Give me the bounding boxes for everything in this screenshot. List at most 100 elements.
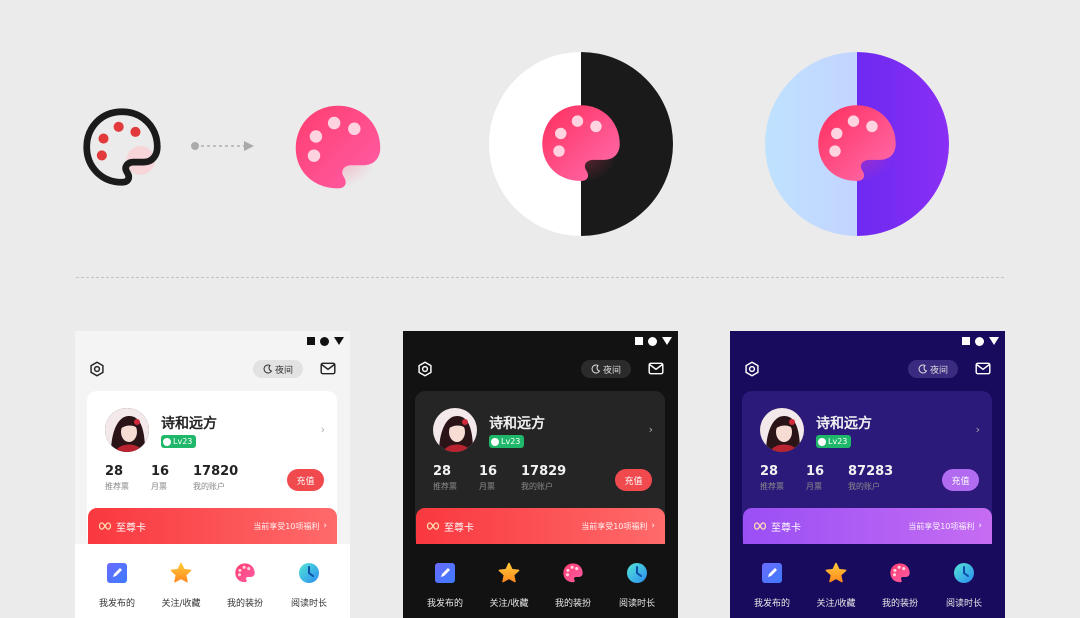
shortcut-follow-collect[interactable]: 关注/收藏: [804, 562, 868, 609]
level-text: Lv23: [501, 437, 521, 446]
shortcut-label: 关注/收藏: [816, 599, 856, 609]
level-icon: [491, 437, 499, 446]
shortcut-follow-collect[interactable]: 关注/收藏: [477, 562, 541, 609]
chevron-right-icon: ›: [651, 521, 655, 531]
dashed-divider: [76, 277, 1004, 278]
palette-icon: [235, 563, 255, 583]
status-square-icon: [635, 337, 643, 345]
palette-on-blue-purple-split: [765, 52, 949, 236]
shortcut-label: 阅读时长: [945, 599, 982, 609]
status-triangle-icon: [662, 337, 672, 345]
bottom-shortcuts: 我发布的 关注/收藏 我的装扮 阅读时长: [403, 544, 678, 618]
stat-value: 17829: [521, 464, 567, 479]
star-icon: [825, 562, 847, 583]
mail-icon[interactable]: [975, 362, 991, 375]
status-circle-icon: [320, 336, 329, 346]
shortcut-my-dressup[interactable]: 我的装扮: [213, 562, 277, 609]
shortcut-my-posts[interactable]: 我发布的: [413, 562, 477, 609]
phone-screen-dark: 夜间 诗和远方 Lv23 › 28 推荐票 16 月票 17829 我的账户 充…: [403, 331, 678, 618]
status-circle-icon: [975, 336, 984, 346]
shortcut-label: 关注/收藏: [161, 599, 201, 609]
settings-icon[interactable]: [89, 361, 105, 377]
username: 诗和远方: [489, 416, 545, 432]
stat-account[interactable]: 87283 我的账户: [848, 464, 893, 492]
night-mode-toggle[interactable]: 夜间: [908, 360, 958, 378]
settings-icon[interactable]: [744, 361, 760, 377]
bottom-shortcuts: 我发布的 关注/收藏 我的装扮 阅读时长: [730, 544, 1005, 618]
moon-icon: [591, 364, 601, 374]
avatar[interactable]: [760, 408, 804, 452]
shortcut-follow-collect[interactable]: 关注/收藏: [149, 562, 213, 609]
phone-screen-light: 夜间 诗和远方 Lv23 › 28 推荐票 16 月票 17820 我的账户 充…: [75, 331, 350, 618]
shortcut-my-dressup[interactable]: 我的装扮: [868, 562, 932, 609]
bottom-shortcuts: 我发布的 关注/收藏 我的装扮 阅读时长: [75, 544, 350, 618]
stat-recommend[interactable]: 28 推荐票: [433, 464, 457, 492]
status-bar: [635, 335, 672, 347]
vip-card-banner[interactable]: 至尊卡 当前享受10项福利 ›: [88, 508, 337, 544]
vip-card-banner[interactable]: 至尊卡 当前享受10项福利 ›: [743, 508, 992, 544]
chevron-right-icon[interactable]: ›: [976, 423, 980, 436]
avatar[interactable]: [433, 408, 477, 452]
night-mode-toggle[interactable]: 夜间: [581, 360, 631, 378]
vip-card-banner[interactable]: 至尊卡 当前享受10项福利 ›: [416, 508, 665, 544]
shortcut-label: 阅读时长: [618, 599, 655, 609]
stat-value: 17820: [193, 464, 239, 479]
stat-recommend[interactable]: 28 推荐票: [760, 464, 784, 492]
vip-title: 至尊卡: [771, 522, 801, 534]
recharge-button[interactable]: 充值: [287, 469, 324, 491]
clock-icon: [627, 563, 647, 583]
stat-label: 月票: [479, 482, 495, 491]
pencil-icon: [435, 563, 455, 583]
level-badge: Lv23: [161, 435, 197, 448]
stat-account[interactable]: 17820 我的账户: [193, 464, 238, 492]
stat-account[interactable]: 17829 我的账户: [521, 464, 566, 492]
arrow-right-icon: [188, 138, 258, 152]
stat-value: 28: [433, 464, 452, 479]
palette-icon: [563, 563, 583, 583]
vip-description: 当前享受10项福利: [581, 521, 648, 531]
phone-screen-purple: 夜间 诗和远方 Lv23 › 28 推荐票 16 月票 87283 我的账户 充…: [730, 331, 1005, 618]
stat-monthly[interactable]: 16 月票: [806, 464, 824, 492]
shortcut-label: 我的装扮: [881, 599, 918, 609]
recharge-button[interactable]: 充值: [942, 469, 979, 491]
mail-icon[interactable]: [320, 362, 336, 375]
level-badge: Lv23: [489, 435, 525, 448]
stat-value: 28: [760, 464, 779, 479]
shortcut-reading-time[interactable]: 阅读时长: [932, 562, 996, 609]
status-square-icon: [962, 337, 970, 345]
vip-infinity-icon: [753, 522, 767, 530]
clock-icon: [954, 563, 974, 583]
chevron-right-icon[interactable]: ›: [321, 423, 325, 436]
level-text: Lv23: [173, 437, 193, 446]
shortcut-label: 我的装扮: [226, 599, 263, 609]
status-square-icon: [307, 337, 315, 345]
shortcut-my-dressup[interactable]: 我的装扮: [541, 562, 605, 609]
recharge-button[interactable]: 充值: [615, 469, 652, 491]
shortcut-reading-time[interactable]: 阅读时长: [277, 562, 341, 609]
shortcut-reading-time[interactable]: 阅读时长: [605, 562, 669, 609]
pencil-icon: [762, 563, 782, 583]
shortcut-label: 我发布的: [426, 599, 463, 609]
level-text: Lv23: [828, 437, 848, 446]
vip-infinity-icon: [98, 522, 112, 530]
mail-icon[interactable]: [648, 362, 664, 375]
settings-icon[interactable]: [417, 361, 433, 377]
stat-value: 16: [151, 464, 170, 479]
shortcut-my-posts[interactable]: 我发布的: [740, 562, 804, 609]
status-circle-icon: [648, 336, 657, 346]
stat-monthly[interactable]: 16 月票: [479, 464, 497, 492]
palette-icon: [890, 563, 910, 583]
stat-value: 16: [479, 464, 498, 479]
pencil-icon: [107, 563, 127, 583]
stat-recommend[interactable]: 28 推荐票: [105, 464, 129, 492]
avatar[interactable]: [105, 408, 149, 452]
chevron-right-icon[interactable]: ›: [649, 423, 653, 436]
status-bar: [307, 335, 344, 347]
night-mode-label: 夜间: [274, 365, 293, 376]
shortcut-my-posts[interactable]: 我发布的: [85, 562, 149, 609]
night-mode-toggle[interactable]: 夜间: [253, 360, 303, 378]
stat-label: 我的账户: [848, 482, 880, 491]
star-icon: [498, 562, 520, 583]
stat-monthly[interactable]: 16 月票: [151, 464, 169, 492]
vip-description: 当前享受10项福利: [908, 521, 975, 531]
